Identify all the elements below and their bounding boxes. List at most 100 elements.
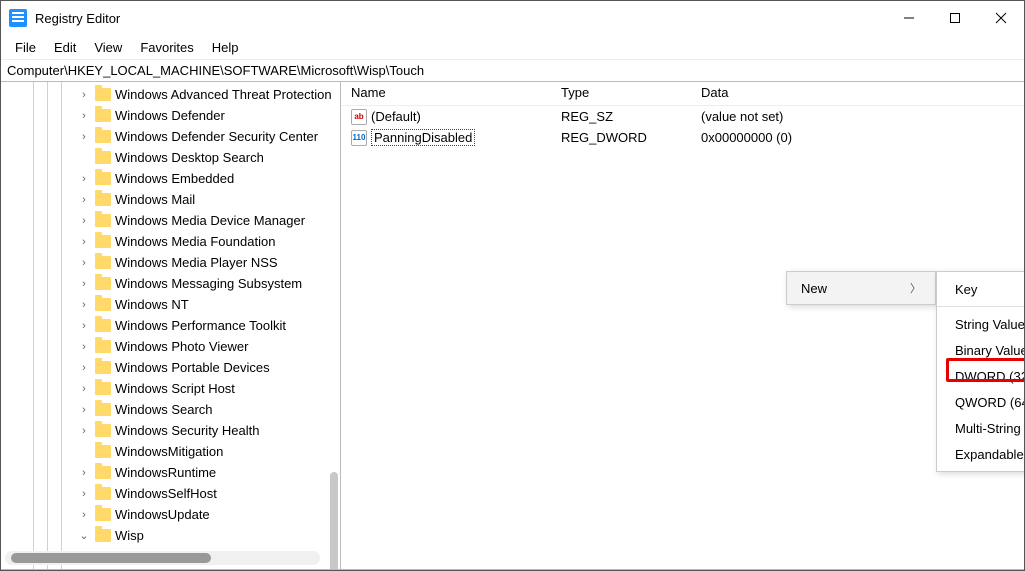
ctx-new-string[interactable]: String Value xyxy=(937,311,1025,337)
ctx-new-expandstring[interactable]: Expandable String Value xyxy=(937,441,1025,467)
menu-view[interactable]: View xyxy=(86,38,130,57)
tree-item[interactable]: › Windows Media Foundation xyxy=(1,231,340,252)
value-name: PanningDisabled xyxy=(371,129,475,146)
ctx-new-multistring[interactable]: Multi-String Value xyxy=(937,415,1025,441)
values-pane[interactable]: Name Type Data ab(Default)REG_SZ(value n… xyxy=(341,82,1024,569)
address-bar[interactable]: Computer\HKEY_LOCAL_MACHINE\SOFTWARE\Mic… xyxy=(1,59,1024,81)
value-type: REG_DWORD xyxy=(551,130,691,145)
minimize-button[interactable] xyxy=(886,1,932,35)
tree-item[interactable]: › Windows Performance Toolkit xyxy=(1,315,340,336)
column-name[interactable]: Name xyxy=(341,82,551,105)
tree-item[interactable]: WindowsMitigation xyxy=(1,441,340,462)
disclosure-icon[interactable]: › xyxy=(77,110,91,122)
folder-icon xyxy=(95,466,111,479)
disclosure-icon[interactable]: › xyxy=(77,362,91,374)
tree-item[interactable]: › Windows Defender xyxy=(1,105,340,126)
tree-item[interactable]: › Windows Portable Devices xyxy=(1,357,340,378)
tree-item-label: WindowsMitigation xyxy=(115,444,223,459)
folder-icon xyxy=(95,361,111,374)
tree-item[interactable]: › Windows Defender Security Center xyxy=(1,126,340,147)
tree-item-label: Windows Search xyxy=(115,402,213,417)
tree-item-label: Windows Media Foundation xyxy=(115,234,275,249)
tree-item[interactable]: › WindowsSelfHost xyxy=(1,483,340,504)
tree-item-label: Windows Defender xyxy=(115,108,225,123)
disclosure-icon[interactable]: › xyxy=(77,89,91,101)
ctx-new-key[interactable]: Key xyxy=(937,276,1025,302)
tree-item[interactable]: › Windows Embedded xyxy=(1,168,340,189)
values-header: Name Type Data xyxy=(341,82,1024,106)
tree-horizontal-scrollbar[interactable] xyxy=(5,551,320,565)
tree-vertical-scrollbar[interactable] xyxy=(330,472,338,569)
folder-icon xyxy=(95,319,111,332)
disclosure-icon[interactable]: › xyxy=(77,467,91,479)
disclosure-icon[interactable]: › xyxy=(77,383,91,395)
disclosure-icon[interactable]: › xyxy=(77,257,91,269)
tree-item[interactable]: ›WindowsRuntime xyxy=(1,462,340,483)
disclosure-icon[interactable]: › xyxy=(77,320,91,332)
tree-item-label: WindowsSelfHost xyxy=(115,486,217,501)
tree-item[interactable]: ›Windows Security Health xyxy=(1,420,340,441)
tree-item[interactable]: › Windows Advanced Threat Protection xyxy=(1,84,340,105)
tree-item[interactable]: › Windows Search xyxy=(1,399,340,420)
folder-icon xyxy=(95,256,111,269)
ctx-new-dword[interactable]: DWORD (32-bit) Value xyxy=(937,363,1025,389)
ctx-new-binary[interactable]: Binary Value xyxy=(937,337,1025,363)
tree-item[interactable]: › Windows Mail xyxy=(1,189,340,210)
tree-item[interactable]: ›Windows Media Device Manager xyxy=(1,210,340,231)
menu-help[interactable]: Help xyxy=(204,38,247,57)
disclosure-icon[interactable]: › xyxy=(77,131,91,143)
ctx-new-qword[interactable]: QWORD (64-bit) Value xyxy=(937,389,1025,415)
maximize-button[interactable] xyxy=(932,1,978,35)
tree-pane[interactable]: ›Windows Advanced Threat Protection›Wind… xyxy=(1,82,341,569)
titlebar: Registry Editor xyxy=(1,1,1024,35)
tree-item[interactable]: ›Windows Messaging Subsystem xyxy=(1,273,340,294)
folder-icon xyxy=(95,109,111,122)
folder-icon xyxy=(95,130,111,143)
chevron-right-icon: 〉 xyxy=(910,280,921,296)
disclosure-icon[interactable]: › xyxy=(77,299,91,311)
tree-item[interactable]: › Windows NT xyxy=(1,294,340,315)
menu-edit[interactable]: Edit xyxy=(46,38,84,57)
disclosure-icon[interactable]: › xyxy=(77,236,91,248)
tree-item-label: Windows Performance Toolkit xyxy=(115,318,286,333)
disclosure-icon[interactable]: › xyxy=(77,194,91,206)
close-button[interactable] xyxy=(978,1,1024,35)
value-row[interactable]: 110PanningDisabledREG_DWORD0x00000000 (0… xyxy=(341,127,1024,148)
binary-value-icon: 110 xyxy=(351,130,367,146)
value-row[interactable]: ab(Default)REG_SZ(value not set) xyxy=(341,106,1024,127)
disclosure-icon[interactable]: › xyxy=(77,404,91,416)
tree-item-label: Windows Embedded xyxy=(115,171,234,186)
context-menu-new[interactable]: New 〉 xyxy=(787,272,935,304)
menu-file[interactable]: File xyxy=(7,38,44,57)
disclosure-icon[interactable]: ⌄ xyxy=(77,529,91,542)
tree-item-label: Windows Mail xyxy=(115,192,195,207)
disclosure-icon[interactable]: › xyxy=(77,215,91,227)
tree-item[interactable]: Windows Desktop Search xyxy=(1,147,340,168)
tree-item-label: Windows Portable Devices xyxy=(115,360,270,375)
folder-icon xyxy=(95,424,111,437)
tree-item[interactable]: ⌄Wisp xyxy=(1,525,340,546)
disclosure-icon[interactable]: › xyxy=(77,341,91,353)
tree-item-label: Windows Defender Security Center xyxy=(115,129,318,144)
column-type[interactable]: Type xyxy=(551,82,691,105)
folder-icon xyxy=(95,403,111,416)
disclosure-icon[interactable]: › xyxy=(77,425,91,437)
window-title: Registry Editor xyxy=(35,11,120,26)
folder-icon xyxy=(95,382,111,395)
disclosure-icon[interactable]: › xyxy=(77,278,91,290)
tree-item[interactable]: ›Windows Photo Viewer xyxy=(1,336,340,357)
address-path: Computer\HKEY_LOCAL_MACHINE\SOFTWARE\Mic… xyxy=(7,63,424,78)
tree-item[interactable]: ›WindowsUpdate xyxy=(1,504,340,525)
disclosure-icon[interactable]: › xyxy=(77,488,91,500)
tree-item-label: Windows NT xyxy=(115,297,189,312)
value-type: REG_SZ xyxy=(551,109,691,124)
column-data[interactable]: Data xyxy=(691,82,1024,105)
tree-item-label: Windows Advanced Threat Protection xyxy=(115,87,332,102)
menu-favorites[interactable]: Favorites xyxy=(132,38,201,57)
tree-item[interactable]: ›Windows Script Host xyxy=(1,378,340,399)
disclosure-icon[interactable]: › xyxy=(77,509,91,521)
registry-editor-window: Registry Editor File Edit View Favorites… xyxy=(0,0,1025,571)
tree-item[interactable]: ›Windows Media Player NSS xyxy=(1,252,340,273)
tree-item-label: Windows Desktop Search xyxy=(115,150,264,165)
disclosure-icon[interactable]: › xyxy=(77,173,91,185)
